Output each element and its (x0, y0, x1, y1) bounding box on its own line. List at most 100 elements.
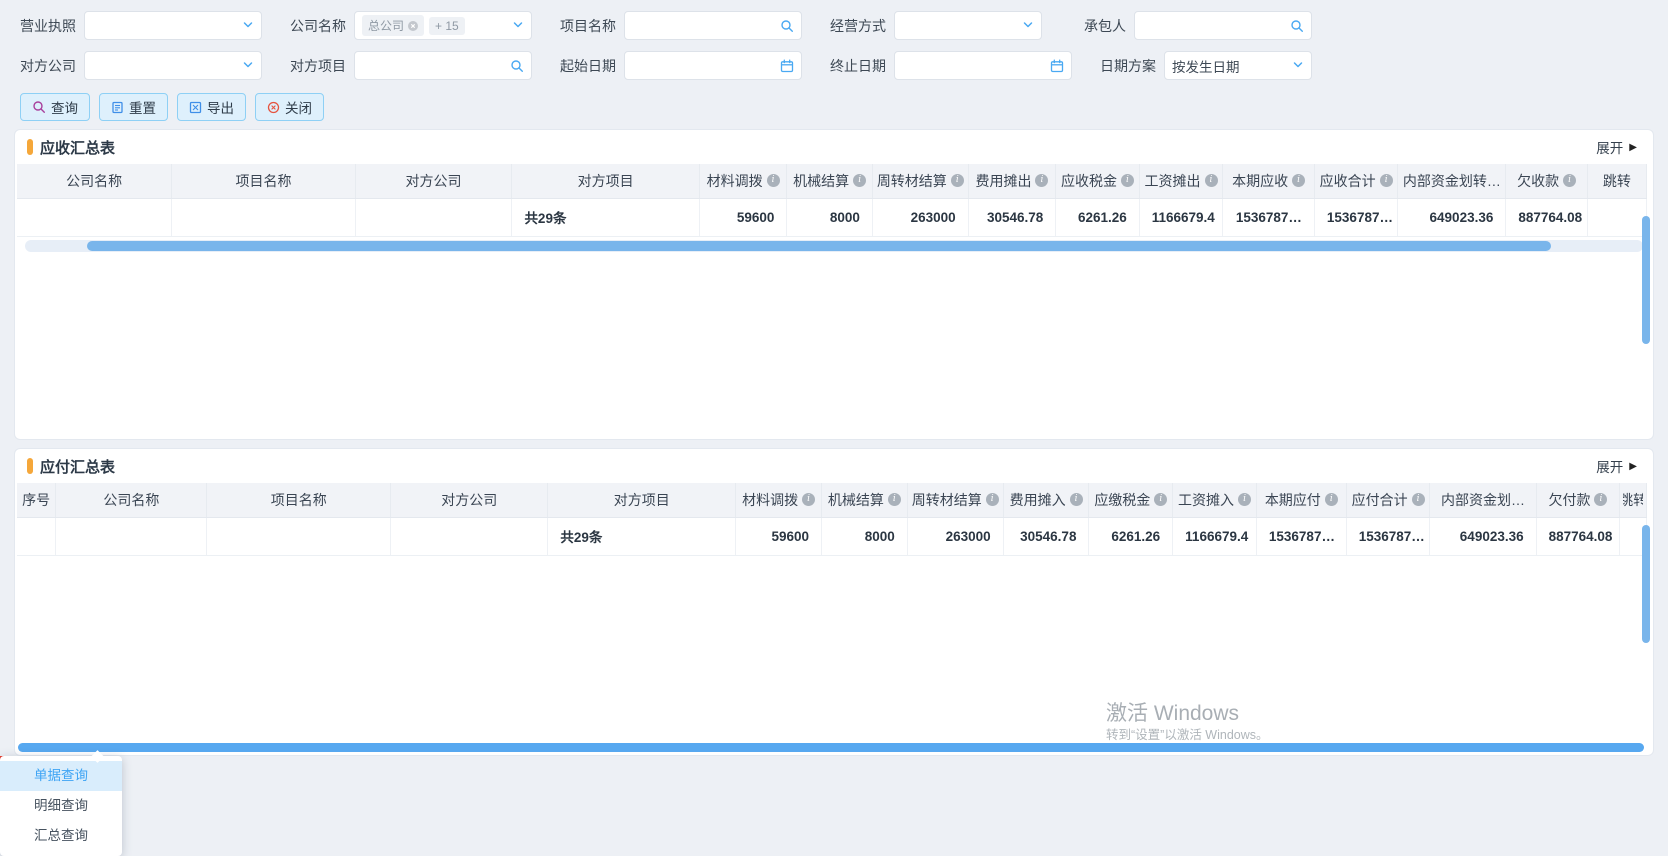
end-date-input[interactable] (894, 51, 1072, 80)
column-header: 内部资金划… (1430, 483, 1536, 517)
business-license-select[interactable] (84, 11, 262, 40)
column-header-label: 应收税金 (1061, 171, 1117, 191)
info-icon[interactable]: i (1238, 493, 1251, 506)
query-button[interactable]: 查询 (20, 93, 90, 121)
totals-value: 649023.36 (1430, 517, 1536, 555)
date-scheme-label: 日期方案 (1094, 56, 1156, 76)
expand-caret-icon: ▶ (1629, 461, 1637, 472)
column-header: 项目名称 (172, 164, 355, 198)
info-icon[interactable]: i (1325, 493, 1338, 506)
column-header-label: 对方项目 (578, 171, 634, 191)
info-icon[interactable]: i (1563, 174, 1576, 187)
column-header: 机械结算 i (821, 483, 907, 517)
menu-item-summary-query[interactable]: 汇总查询 (0, 821, 122, 851)
counterparty-company-select[interactable] (84, 51, 262, 80)
column-header: 跳转 (1620, 483, 1647, 517)
payables-table-wrap: 序号公司名称项目名称对方公司对方项目材料调拨i机械结算i周转材结算i费用摊入i应… (15, 483, 1653, 556)
column-header-label: 对方公司 (441, 490, 497, 510)
date-scheme-select[interactable]: 按发生日期 (1164, 51, 1312, 80)
column-header-label: 对方项目 (614, 490, 670, 510)
info-icon[interactable]: i (802, 493, 815, 506)
totals-value: 59600 (699, 198, 787, 236)
column-header-label: 机械结算 (793, 171, 849, 191)
search-icon (510, 59, 524, 73)
reset-button[interactable]: 重置 (99, 93, 168, 121)
info-icon[interactable]: i (1412, 493, 1425, 506)
filter-operation-mode: 经营方式 (824, 11, 1042, 40)
totals-value: 6261.26 (1089, 517, 1173, 555)
info-icon[interactable]: i (1205, 174, 1218, 187)
info-icon[interactable]: i (1594, 493, 1607, 506)
counterparty-project-input[interactable] (354, 51, 532, 80)
column-header-label: 欠付款 (1548, 490, 1590, 510)
contractor-input[interactable] (1134, 11, 1312, 40)
info-icon[interactable]: i (853, 174, 866, 187)
operation-mode-select[interactable] (894, 11, 1042, 40)
info-icon[interactable]: i (1070, 493, 1083, 506)
calendar-icon (1050, 59, 1064, 73)
contractor-label: 承包人 (1064, 16, 1126, 36)
search-icon (1290, 19, 1304, 33)
column-header-label: 费用摊入 (1010, 490, 1066, 510)
info-icon[interactable]: i (1292, 174, 1305, 187)
menu-item-bill-query[interactable]: 单据查询 (0, 761, 122, 791)
column-header: 欠付款 i (1536, 483, 1620, 517)
payables-vscrollbar[interactable] (1642, 525, 1650, 643)
project-name-input[interactable] (624, 11, 802, 40)
reset-icon (111, 101, 124, 114)
remove-tag-icon[interactable] (408, 21, 418, 31)
totals-empty (207, 517, 391, 555)
business-license-label: 营业执照 (14, 16, 76, 36)
totals-empty (17, 517, 56, 555)
filter-panel: 营业执照公司名称总公司+ 15项目名称经营方式承包人 对方公司对方项目起始日期终… (0, 0, 1668, 121)
receivables-expand-button[interactable]: 展开 ▶ (1596, 137, 1637, 157)
receivables-hscrollbar[interactable] (25, 240, 1643, 252)
info-icon[interactable]: i (767, 174, 780, 187)
column-header: 公司名称 (17, 164, 172, 198)
totals-empty (172, 198, 355, 236)
column-header: 应收合计i (1314, 164, 1398, 198)
app-root: 营业执照公司名称总公司+ 15项目名称经营方式承包人 对方公司对方项目起始日期终… (0, 0, 1668, 792)
receivables-vscrollbar[interactable] (1642, 216, 1650, 344)
menu-item-detail-query[interactable]: 明细查询 (0, 791, 122, 821)
totals-value: 263000 (872, 198, 968, 236)
counterparty-company-label: 对方公司 (14, 56, 76, 76)
info-icon[interactable]: i (888, 493, 901, 506)
info-icon[interactable]: i (1154, 493, 1167, 506)
column-header-label: 工资摊入 (1178, 490, 1234, 510)
column-header: 应缴税金i (1089, 483, 1173, 517)
column-header-label: 费用摊出 (975, 171, 1031, 191)
start-date-input[interactable] (624, 51, 802, 80)
payables-hscrollbar[interactable] (18, 743, 1644, 752)
chevron-down-icon (242, 59, 254, 71)
company-name-select[interactable]: 总公司+ 15 (354, 11, 532, 40)
close-button[interactable]: 关闭 (255, 93, 324, 121)
payables-header: 应付汇总表 展开 ▶ (15, 449, 1653, 483)
receivables-panel: 应收汇总表 展开 ▶ 公司名称项目名称对方公司对方项目材料调拨i机械结算i周转材… (14, 129, 1654, 440)
column-header-label: 跳转 (1603, 171, 1631, 191)
hscroll-thumb[interactable] (87, 241, 1551, 251)
section-marker (27, 458, 33, 474)
column-header-label: 工资摊出 (1145, 171, 1201, 191)
chevron-down-icon (1022, 19, 1034, 31)
column-header-label: 周转材结算 (877, 171, 947, 191)
column-header: 公司名称 (56, 483, 207, 517)
payables-expand-button[interactable]: 展开 ▶ (1596, 456, 1637, 476)
filter-contractor: 承包人 (1064, 11, 1312, 40)
totals-value: 1536787… (1314, 198, 1398, 236)
totals-empty (391, 517, 548, 555)
info-icon[interactable]: i (986, 493, 999, 506)
info-icon[interactable]: i (1035, 174, 1048, 187)
column-header-label: 机械结算 (828, 490, 884, 510)
info-icon[interactable]: i (1380, 174, 1393, 187)
info-icon[interactable]: i (1121, 174, 1134, 187)
column-header-label: 对方公司 (406, 171, 462, 191)
export-button[interactable]: 导出 (177, 93, 246, 121)
info-icon[interactable]: i (951, 174, 964, 187)
column-header-label: 公司名称 (103, 490, 159, 510)
filter-counterparty-project: 对方项目 (284, 51, 532, 80)
column-header-label: 应付合计 (1352, 490, 1408, 510)
filter-start-date: 起始日期 (554, 51, 802, 80)
close-icon (267, 101, 280, 114)
totals-value: 8000 (787, 198, 873, 236)
